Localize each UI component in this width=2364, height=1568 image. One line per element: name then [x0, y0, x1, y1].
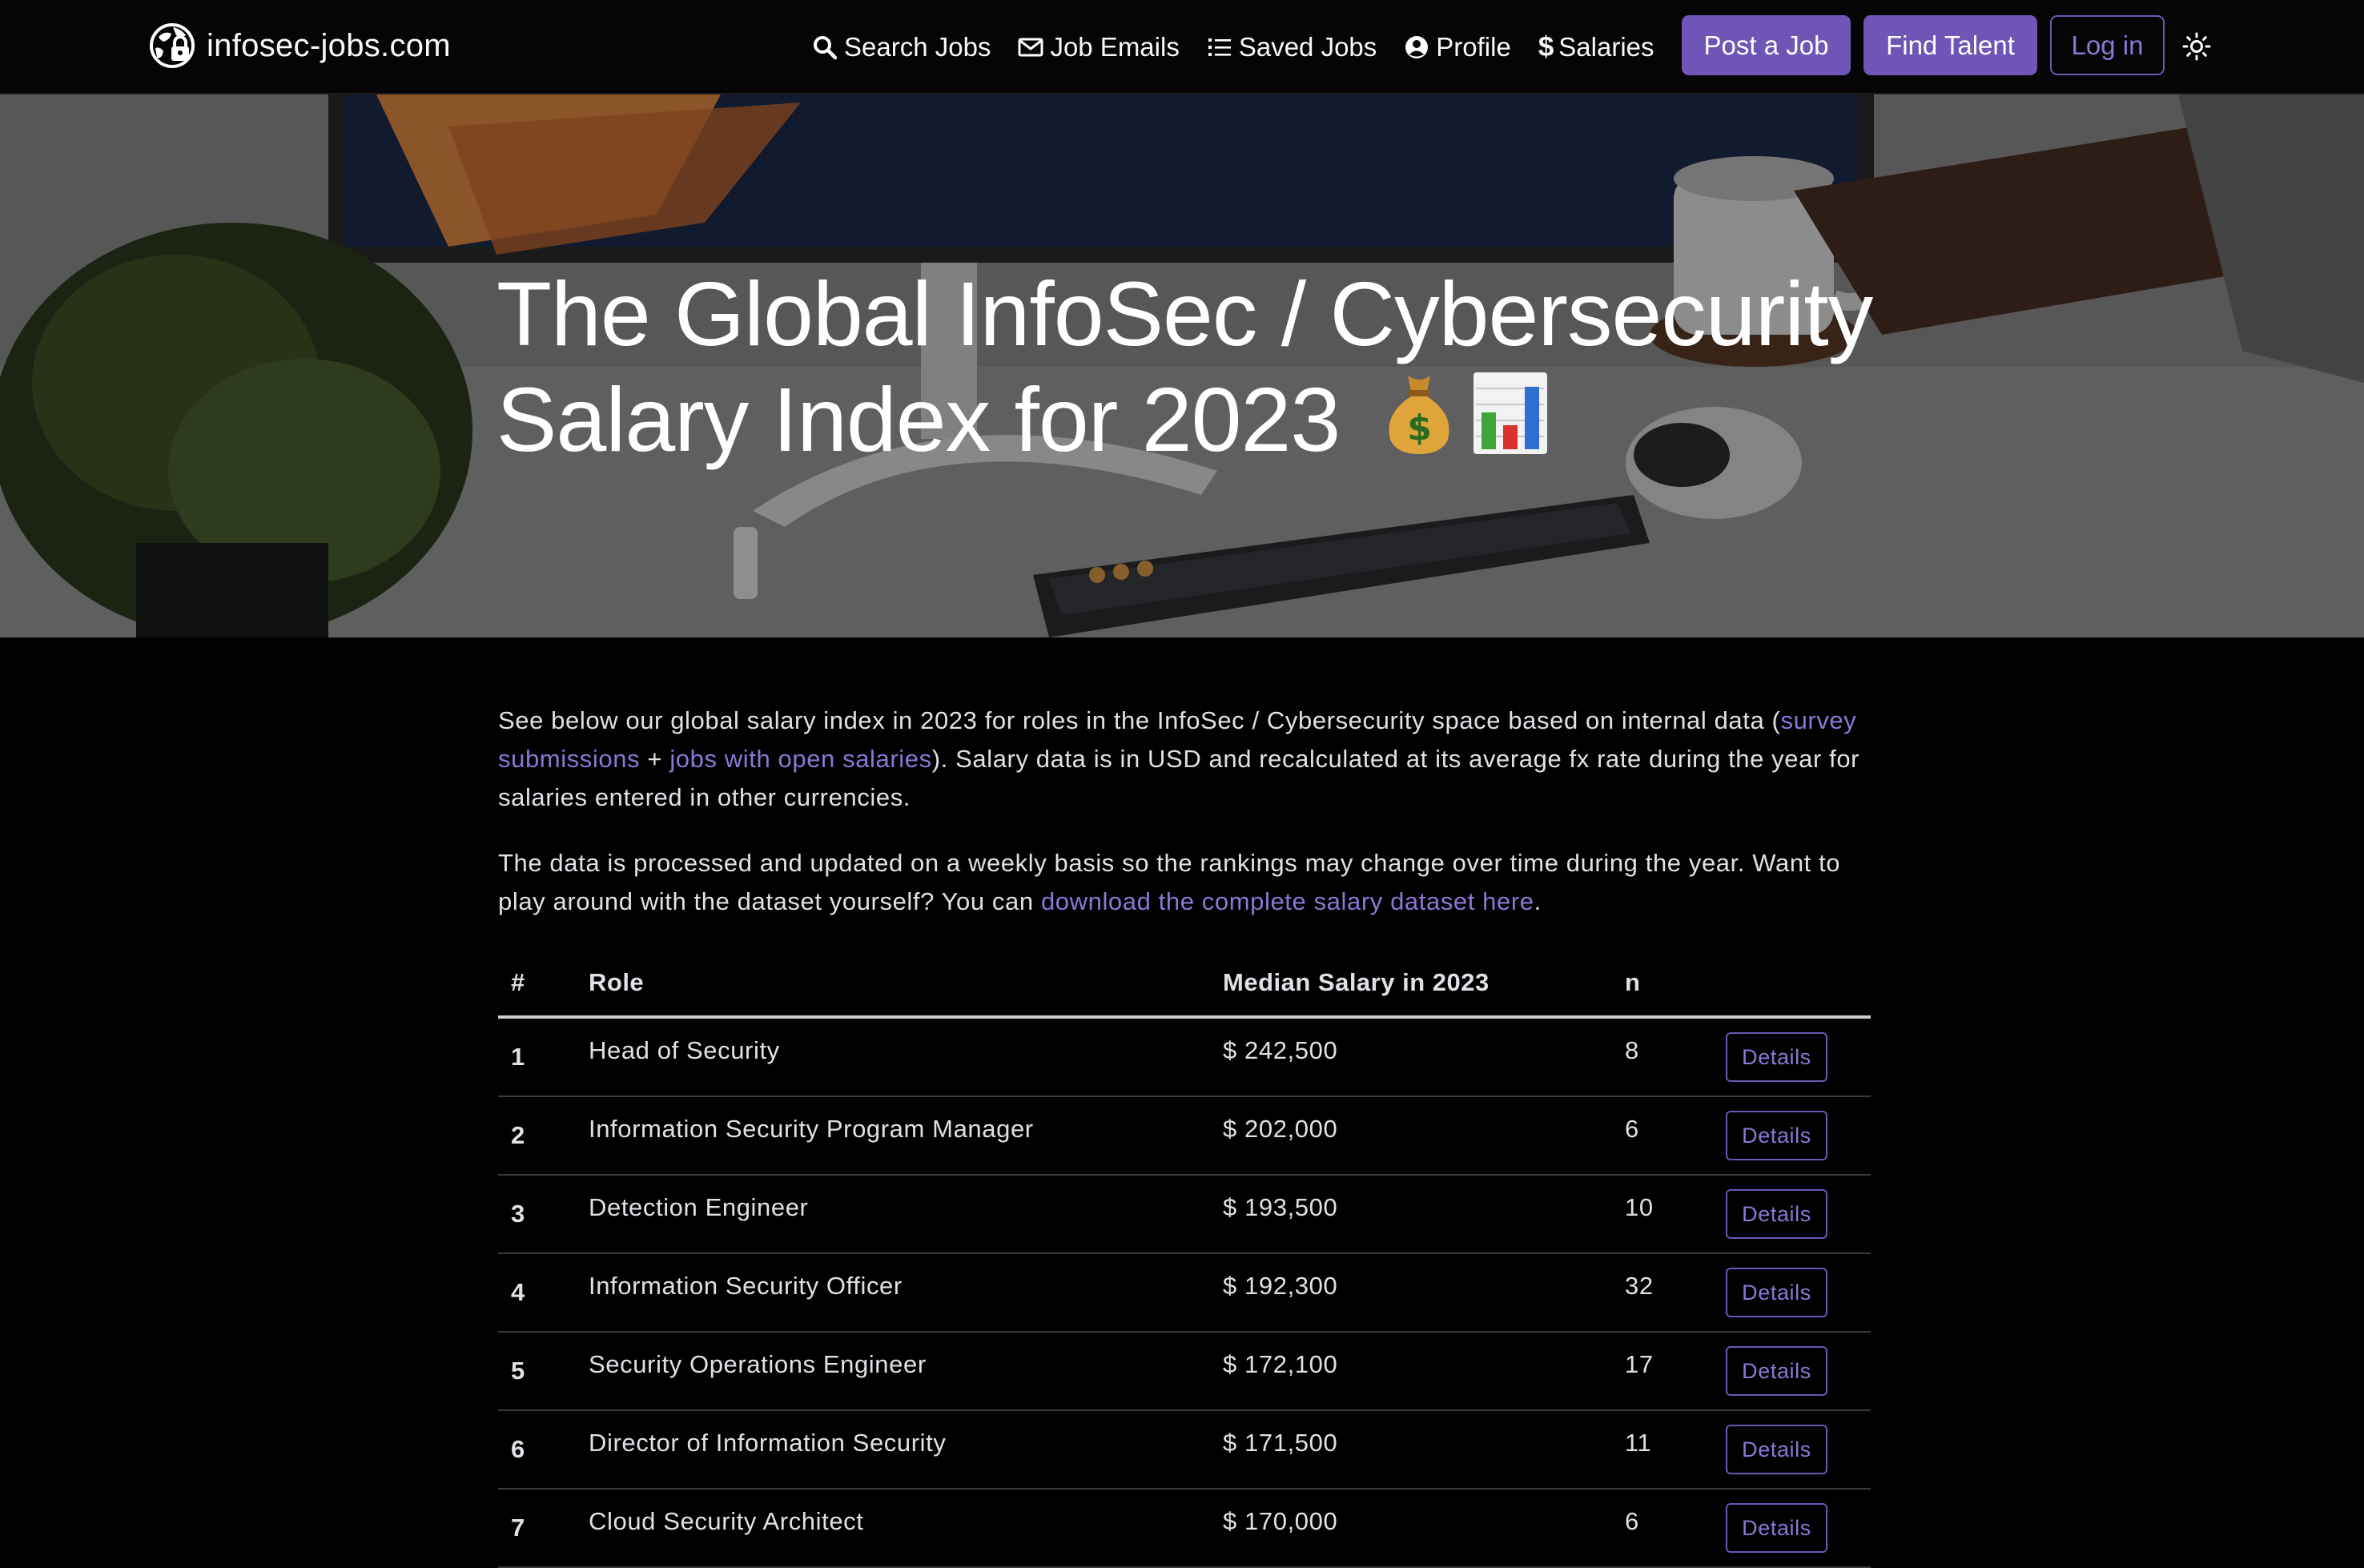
- row-role: Security Operations Engineer: [588, 1325, 1222, 1405]
- table-row: 4 Information Security Officer $ 192,300…: [498, 1247, 1871, 1333]
- bar-chart-icon: [1473, 372, 1547, 454]
- nav-profile-label: Profile: [1436, 32, 1511, 62]
- row-rank: 6: [498, 1410, 588, 1490]
- nav-job-emails[interactable]: Job Emails: [1018, 32, 1180, 62]
- row-count: 11: [1624, 1404, 1725, 1483]
- intro-text: See below our global salary index in 202…: [498, 706, 1781, 734]
- login-button[interactable]: Log in: [2050, 15, 2165, 75]
- row-salary: $ 202,000: [1222, 1090, 1624, 1169]
- row-rank: 1: [498, 1017, 588, 1097]
- intro-section: See below our global salary index in 202…: [498, 702, 1871, 948]
- header-role: Role: [588, 950, 1222, 1019]
- row-count: 8: [1624, 1011, 1725, 1091]
- envelope-icon: [1018, 38, 1043, 57]
- nav-salaries-label: Salaries: [1558, 32, 1654, 62]
- nav-links: Search Jobs Job Emails Saved Jobs Profil…: [812, 22, 1654, 72]
- post-job-button[interactable]: Post a Job: [1682, 15, 1851, 75]
- user-circle-icon: [1405, 36, 1429, 58]
- salary-index-table: # Role Median Salary in 2023 n 1 Head of…: [498, 950, 1871, 1568]
- row-count: 6: [1624, 1090, 1725, 1169]
- row-rank: 7: [498, 1489, 588, 1568]
- row-salary: $ 192,300: [1222, 1247, 1624, 1326]
- nav-search-jobs-label: Search Jobs: [844, 32, 991, 62]
- download-dataset-link[interactable]: download the complete salary dataset her…: [1041, 887, 1534, 915]
- table-row: 6 Director of Information Security $ 171…: [498, 1404, 1871, 1490]
- nav-salaries[interactable]: $ Salaries: [1538, 31, 1654, 63]
- find-talent-button[interactable]: Find Talent: [1863, 15, 2037, 75]
- table-row: 2 Information Security Program Manager $…: [498, 1090, 1871, 1176]
- header-n: n: [1624, 950, 1725, 1019]
- row-role: Detection Engineer: [588, 1168, 1222, 1248]
- list-icon: [1208, 38, 1231, 56]
- nav-saved-jobs-label: Saved Jobs: [1238, 32, 1377, 62]
- details-button[interactable]: Details: [1726, 1032, 1827, 1082]
- details-button[interactable]: Details: [1726, 1346, 1827, 1396]
- money-bag-icon: $: [1389, 376, 1449, 454]
- table-row: 3 Detection Engineer $ 193,500 10 Detail…: [498, 1168, 1871, 1254]
- table-row: 7 Cloud Security Architect $ 170,000 6 D…: [498, 1482, 1871, 1568]
- sun-icon[interactable]: [2182, 32, 2211, 61]
- table-row: 5 Security Operations Engineer $ 172,100…: [498, 1325, 1871, 1411]
- header-actions: [1725, 950, 1871, 1019]
- table-row: 1 Head of Security $ 242,500 8 Details: [498, 1011, 1871, 1097]
- row-salary: $ 171,500: [1222, 1404, 1624, 1483]
- row-role: Head of Security: [588, 1011, 1222, 1091]
- header-median-salary: Median Salary in 2023: [1222, 950, 1624, 1019]
- row-role: Information Security Officer: [588, 1247, 1222, 1326]
- nav-job-emails-label: Job Emails: [1050, 32, 1180, 62]
- row-salary: $ 170,000: [1222, 1482, 1624, 1562]
- hero-banner: The Global InfoSec / Cybersecurity Salar…: [0, 94, 2364, 637]
- title-emojis: $: [1381, 369, 1549, 457]
- brand-name: infosec-jobs.com: [207, 27, 451, 63]
- svg-text:$: $: [1407, 408, 1431, 448]
- row-role: Information Security Program Manager: [588, 1090, 1222, 1169]
- nav-saved-jobs[interactable]: Saved Jobs: [1207, 32, 1377, 62]
- table-header-row: # Role Median Salary in 2023 n: [498, 950, 1871, 1019]
- row-salary: $ 193,500: [1222, 1168, 1624, 1248]
- intro-paragraph-2: The data is processed and updated on a w…: [498, 844, 1871, 921]
- row-role: Cloud Security Architect: [588, 1482, 1222, 1562]
- nav-search-jobs[interactable]: Search Jobs: [812, 32, 991, 62]
- row-role: Director of Information Security: [588, 1404, 1222, 1483]
- nav-profile[interactable]: Profile: [1404, 32, 1511, 62]
- details-button[interactable]: Details: [1726, 1189, 1827, 1239]
- top-navbar: infosec-jobs.com Search Jobs Job Emails: [0, 0, 2364, 94]
- row-salary: $ 242,500: [1222, 1011, 1624, 1091]
- intro-text: +: [640, 745, 670, 773]
- row-rank: 5: [498, 1332, 588, 1411]
- dollar-icon: $: [1538, 31, 1554, 62]
- row-count: 32: [1624, 1247, 1725, 1326]
- row-rank: 2: [498, 1096, 588, 1176]
- open-salaries-jobs-link[interactable]: jobs with open salaries: [669, 745, 931, 773]
- header-rank: #: [498, 950, 588, 1019]
- search-icon: [814, 36, 838, 60]
- page-title-text: The Global InfoSec / Cybersecurity Salar…: [497, 263, 1873, 470]
- page-title: The Global InfoSec / Cybersecurity Salar…: [497, 261, 2018, 472]
- row-salary: $ 172,100: [1222, 1325, 1624, 1405]
- row-rank: 4: [498, 1253, 588, 1333]
- globe-lock-icon: [150, 23, 195, 68]
- row-count: 10: [1624, 1168, 1725, 1248]
- row-count: 17: [1624, 1325, 1725, 1405]
- details-button[interactable]: Details: [1726, 1425, 1827, 1474]
- intro-paragraph-1: See below our global salary index in 202…: [498, 702, 1871, 817]
- intro-text: .: [1534, 887, 1542, 915]
- details-button[interactable]: Details: [1726, 1268, 1827, 1317]
- row-rank: 3: [498, 1175, 588, 1254]
- row-count: 6: [1624, 1482, 1725, 1562]
- details-button[interactable]: Details: [1726, 1111, 1827, 1160]
- brand-link[interactable]: infosec-jobs.com: [149, 22, 451, 69]
